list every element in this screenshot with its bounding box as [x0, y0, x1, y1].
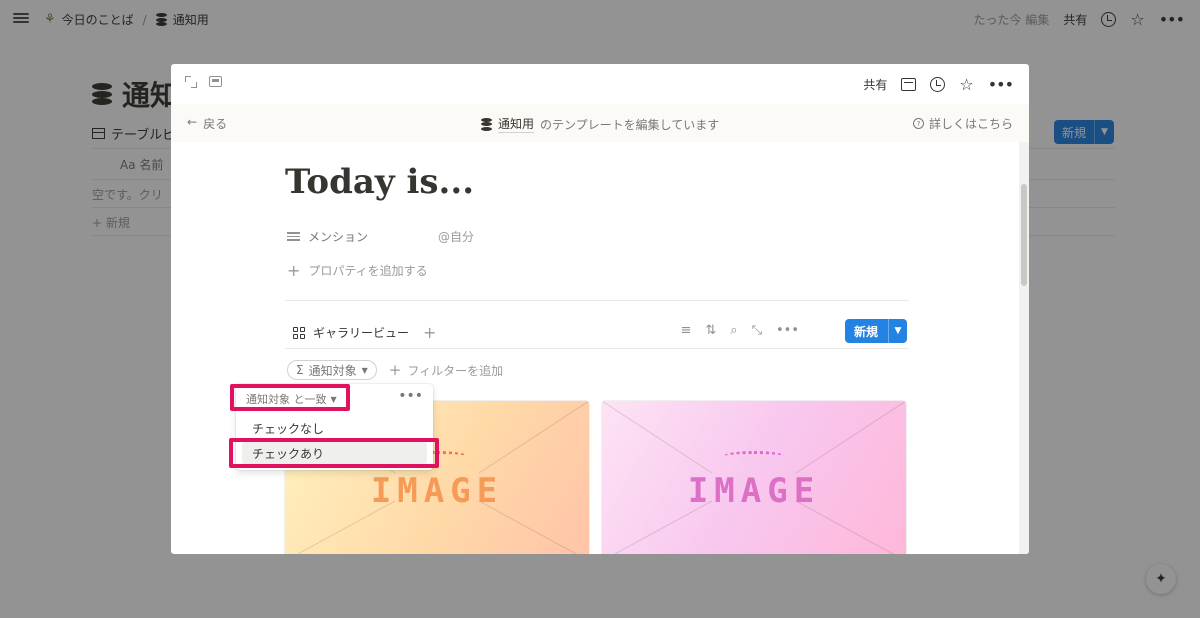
filter-chip-label: 通知対象	[308, 363, 357, 378]
divider	[285, 300, 909, 301]
search-icon[interactable]: ⌕	[730, 323, 737, 338]
new-item-label: 新規	[854, 324, 879, 339]
template-notice-text: のテンプレートを編集しています	[540, 117, 720, 132]
gallery-card[interactable]: IMAGE	[602, 401, 906, 554]
plus-icon: +	[388, 361, 402, 379]
new-item-button[interactable]: 新規 ▼	[845, 319, 907, 343]
learn-more-label: 詳しくはこちら	[928, 117, 1013, 131]
property-name: メンション	[308, 230, 369, 244]
chevron-down-icon: ▼	[361, 365, 368, 375]
view-toolbar: ギャラリービュー + ≡ ⇅ ⌕ ⤡ ••• 新規 ▼	[293, 319, 907, 345]
more-icon[interactable]: •••	[988, 75, 1014, 94]
page-title[interactable]: Today is...	[285, 162, 474, 202]
gallery-view-label: ギャラリービュー	[313, 326, 410, 340]
more-icon[interactable]: •••	[398, 388, 423, 404]
divider	[285, 348, 909, 349]
arrow-left-icon: ←	[187, 115, 198, 129]
highlight-box-condition	[230, 384, 350, 411]
card-image-word: IMAGE	[687, 471, 821, 511]
scrollbar-thumb[interactable]	[1021, 184, 1027, 286]
property-row-mention[interactable]: メンション @自分	[287, 228, 474, 245]
sort-icon[interactable]: ⇅	[705, 323, 716, 338]
database-icon	[481, 117, 492, 131]
scrollbar[interactable]	[1019, 142, 1029, 554]
filter-row: Σ 通知対象 ▼ + フィルターを追加	[287, 360, 503, 380]
template-bar: ← 戻る 通知用 のテンプレートを編集しています ? 詳しくはこちら	[171, 104, 1029, 142]
template-notice: 通知用 のテンプレートを編集しています	[481, 115, 719, 133]
sigma-icon: Σ	[296, 363, 304, 377]
more-icon[interactable]: •••	[776, 323, 799, 338]
filter-icon[interactable]: ≡	[680, 323, 691, 338]
card-image-word: IMAGE	[370, 471, 504, 511]
gallery-icon	[293, 326, 305, 339]
star-icon[interactable]: ☆	[959, 75, 973, 94]
comment-icon[interactable]	[901, 78, 917, 91]
back-button[interactable]: ← 戻る	[187, 115, 227, 132]
side-peek-icon[interactable]	[209, 76, 222, 87]
property-value[interactable]: @自分	[438, 228, 474, 245]
add-property-label: プロパティを追加する	[308, 264, 428, 278]
back-label: 戻る	[203, 117, 228, 131]
add-filter-label: フィルターを追加	[407, 363, 504, 378]
filter-chip[interactable]: Σ 通知対象 ▼	[287, 360, 377, 380]
add-filter-button[interactable]: + フィルターを追加	[389, 361, 503, 379]
template-modal: 共有 ☆ ••• ← 戻る 通知用 のテンプレートを編集しています ? 詳しくは…	[171, 64, 1029, 554]
chevron-down-icon[interactable]: ▼	[888, 319, 907, 343]
learn-more-link[interactable]: ? 詳しくはこちら	[912, 115, 1013, 132]
expand-icon[interactable]	[185, 76, 197, 88]
tab-gallery-view[interactable]: ギャラリービュー +	[293, 323, 436, 342]
template-db-link[interactable]: 通知用	[498, 115, 535, 133]
highlight-box-option	[229, 438, 439, 468]
add-property-button[interactable]: + プロパティを追加する	[287, 261, 428, 280]
modal-share-button[interactable]: 共有	[863, 76, 887, 93]
option-unchecked[interactable]: チェックなし	[252, 420, 324, 437]
modal-header: 共有 ☆ •••	[171, 64, 1029, 104]
clock-icon[interactable]	[930, 77, 946, 92]
open-full-icon[interactable]: ⤡	[752, 323, 762, 338]
help-icon: ?	[912, 118, 924, 129]
add-view-icon[interactable]: +	[423, 323, 436, 342]
card-arc-decoration	[724, 451, 784, 461]
text-lines-icon	[287, 230, 300, 243]
plus-icon: +	[287, 261, 301, 280]
